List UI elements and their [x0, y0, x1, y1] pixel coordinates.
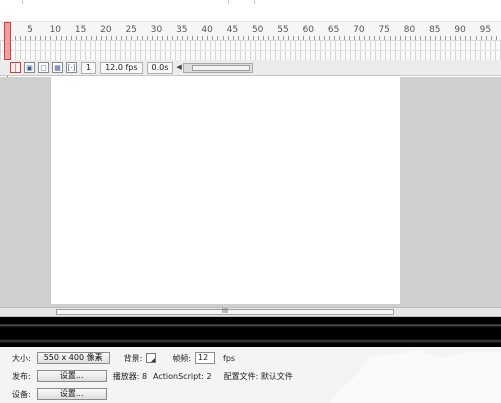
- onion-skin-icon[interactable]: ▣: [24, 62, 35, 73]
- properties-row-device: 设备: 设置...: [12, 387, 107, 401]
- frame-rate-input[interactable]: 12: [195, 352, 216, 364]
- fps-unit: fps: [223, 353, 236, 363]
- ruler-tick-label: 10: [49, 25, 62, 35]
- ruler-tick-label: 65: [327, 25, 340, 35]
- timeline-scrollbar[interactable]: ◀: [176, 62, 254, 73]
- timeline-frame-row[interactable]: [0, 40, 501, 60]
- device-label: 设备:: [12, 389, 31, 399]
- top-strip-mark: [22, 0, 23, 4]
- stage-scroll-thumb[interactable]: III: [56, 307, 394, 315]
- scroll-grip: III: [221, 307, 229, 315]
- ruler-tick-label: 85: [429, 25, 441, 35]
- background-color-swatch[interactable]: [146, 353, 157, 363]
- properties-panel: 大小: 550 x 400 像素 背景: 帧频: 12 fps 发布: 设置..…: [0, 347, 501, 403]
- ruler-tick-label: 40: [201, 25, 213, 35]
- modify-onion-markers-icon[interactable]: [·]: [66, 62, 77, 73]
- playhead[interactable]: [4, 22, 11, 60]
- document-size-button[interactable]: 550 x 400 像素: [36, 352, 110, 364]
- stage-canvas[interactable]: [51, 77, 400, 304]
- ruler-tick-label: 15: [74, 25, 87, 35]
- timeline-toolbar: │ ▣ ▢ ▦ [·] 1 12.0 fps 0.0s ◀: [0, 60, 501, 76]
- elapsed-time: 0.0s: [146, 61, 174, 74]
- size-label: 大小:: [12, 353, 31, 363]
- ruler-tick-label: 35: [176, 25, 188, 35]
- ruler-tick-label: 80: [403, 25, 416, 35]
- ruler-tick-label: 70: [353, 25, 365, 35]
- ruler-tick-label: 95: [479, 25, 492, 35]
- ruler-tick-label: 60: [302, 25, 315, 35]
- ruler-tick-label: 5: [27, 25, 33, 35]
- scroll-left-arrow-icon[interactable]: ◀: [176, 63, 181, 71]
- properties-row-publish: 发布: 设置... 播放器: 8 ActionScript: 2 配置文件: 默…: [12, 369, 293, 383]
- onion-skin-outline-icon[interactable]: ▢: [38, 62, 49, 73]
- work-area[interactable]: [0, 77, 501, 307]
- ruler-tick-label: 45: [226, 25, 239, 35]
- timeline[interactable]: 5 10 15 20 25 30 35 40 45 50 55 60 65 70 75 80 85 90 95: [0, 22, 501, 82]
- center-frame-icon[interactable]: │: [10, 62, 21, 73]
- top-strip-mark: [254, 0, 255, 4]
- ruler-tick-label: 50: [251, 25, 264, 35]
- timeline-ruler[interactable]: 5 10 15 20 25 30 35 40 45 50 55 60 65 70 75 80 85 90 95: [0, 22, 501, 40]
- background-label: 背景:: [123, 353, 143, 363]
- player-version: 播放器: 8: [112, 371, 148, 381]
- panel-divider[interactable]: [0, 317, 501, 347]
- properties-row-document: 大小: 550 x 400 像素 背景: 帧频: 12 fps: [12, 351, 235, 365]
- timeline-scroll-thumb[interactable]: [192, 64, 251, 71]
- edit-multiple-frames-icon[interactable]: ▦: [52, 62, 63, 73]
- ruler-tick-label: 30: [150, 25, 163, 35]
- frame-rate-label: 帧频:: [172, 353, 192, 363]
- frame-rate-display[interactable]: 12.0 fps: [100, 61, 143, 74]
- current-frame: 1: [81, 61, 97, 74]
- device-settings-button[interactable]: 设置...: [36, 388, 107, 400]
- top-strip-mark: [228, 0, 229, 4]
- top-strip: [0, 0, 501, 22]
- ruler-tick-label: 75: [378, 25, 390, 35]
- ruler-tick-label: 90: [454, 25, 466, 35]
- actionscript-version: ActionScript: 2: [153, 371, 212, 381]
- ruler-tick-label: 25: [125, 25, 137, 35]
- profile-label: 配置文件: 默认文件: [223, 371, 293, 381]
- publish-settings-button[interactable]: 设置...: [36, 370, 107, 382]
- ruler-tick-label: 20: [100, 25, 112, 35]
- stage-horizontal-scrollbar[interactable]: III: [0, 307, 501, 317]
- publish-label: 发布:: [12, 371, 31, 381]
- ruler-tick-label: 55: [277, 25, 289, 35]
